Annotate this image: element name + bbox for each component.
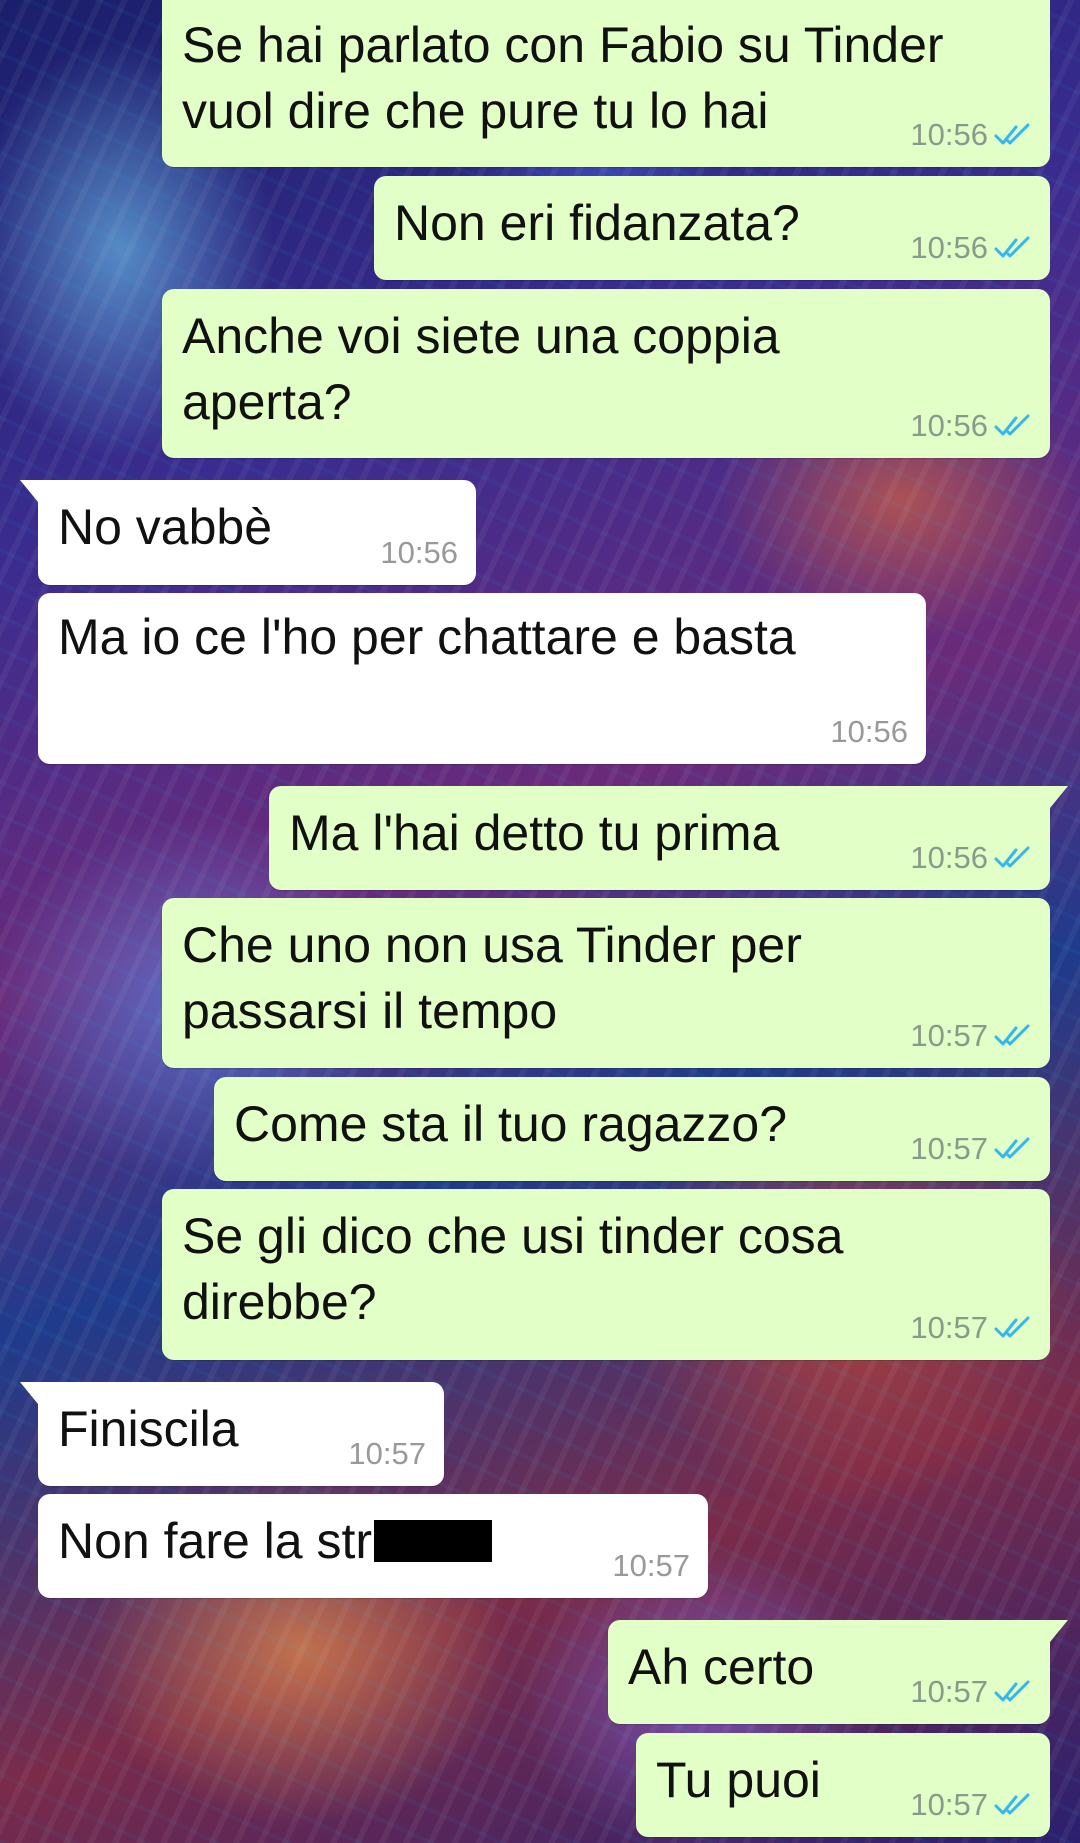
message-text: Anche voi siete una coppia aperta? — [182, 308, 780, 430]
message-text: Finiscila — [58, 1401, 239, 1457]
message-meta: 10:57 — [910, 1672, 1032, 1712]
message-bubble-incoming[interactable]: Ma io ce l'ho per chattare e basta 10:56 — [38, 593, 926, 764]
message-meta: 10:56 — [830, 712, 908, 752]
message-bubble-outgoing[interactable]: Se hai parlato con Fabio su Tinder vuol … — [162, 0, 1050, 167]
double-check-icon — [994, 236, 1030, 258]
message-time: 10:57 — [612, 1548, 690, 1583]
message-text: Ma l'hai detto tu prima — [289, 805, 780, 861]
message-text: Ah certo — [628, 1639, 815, 1695]
message-time: 10:57 — [910, 1131, 988, 1166]
message-meta: 10:57 — [910, 1016, 1032, 1056]
message-text: Se hai parlato con Fabio su Tinder vuol … — [182, 17, 944, 139]
message-time: 10:56 — [910, 230, 988, 265]
message-time: 10:56 — [830, 714, 908, 749]
message-bubble-outgoing[interactable]: Anche voi siete una coppia aperta? 10:56 — [162, 289, 1050, 458]
double-check-icon — [994, 1137, 1030, 1159]
double-check-icon — [994, 846, 1030, 868]
message-meta: 10:57 — [910, 1308, 1032, 1348]
message-text: No vabbè — [58, 499, 273, 555]
message-meta: 10:56 — [910, 838, 1032, 878]
message-text-visible: Non fare la str — [58, 1513, 373, 1569]
message-time: 10:56 — [910, 117, 988, 152]
message-bubble-incoming[interactable]: Non fare la str 10:57 — [38, 1494, 708, 1598]
double-check-icon — [994, 414, 1030, 436]
redaction-bar — [374, 1520, 493, 1562]
message-bubble-incoming[interactable]: No vabbè 10:56 — [20, 480, 476, 585]
message-text: Se gli dico che usi tinder cosa direbbe? — [182, 1208, 844, 1330]
message-time: 10:57 — [910, 1674, 988, 1709]
message-bubble-outgoing[interactable]: Tu puoi 10:57 — [636, 1733, 1050, 1837]
message-text: Tu puoi — [656, 1752, 821, 1808]
message-text: Non eri fidanzata? — [394, 195, 800, 251]
double-check-icon — [994, 1316, 1030, 1338]
bubble-tail — [1050, 1620, 1068, 1642]
message-time: 10:56 — [380, 535, 458, 570]
message-bubble-outgoing[interactable]: Che uno non usa Tinder per passarsi il t… — [162, 898, 1050, 1068]
message-time: 10:57 — [910, 1310, 988, 1345]
message-text: Che uno non usa Tinder per passarsi il t… — [182, 917, 802, 1039]
message-bubble-outgoing[interactable]: Ah certo 10:57 — [608, 1620, 1068, 1724]
message-text: Ma io ce l'ho per chattare e basta — [58, 609, 796, 665]
message-bubble-outgoing[interactable]: Non eri fidanzata? 10:56 — [374, 176, 1050, 280]
message-time: 10:57 — [910, 1018, 988, 1053]
message-time: 10:57 — [910, 1787, 988, 1822]
message-bubble-outgoing[interactable]: Ma l'hai detto tu prima 10:56 — [269, 786, 1068, 890]
message-time: 10:56 — [910, 408, 988, 443]
message-bubble-incoming[interactable]: Finiscila 10:57 — [20, 1382, 444, 1486]
bubble-tail — [20, 1382, 38, 1404]
message-meta: 10:56 — [910, 115, 1032, 155]
message-text: Non fare la str — [58, 1508, 493, 1574]
message-text: Come sta il tuo ragazzo? — [234, 1096, 788, 1152]
message-meta: 10:57 — [348, 1434, 426, 1474]
message-meta: 10:56 — [380, 533, 458, 573]
message-meta: 10:57 — [612, 1546, 690, 1586]
bubble-tail — [20, 480, 38, 502]
bubble-tail — [1050, 786, 1068, 808]
message-meta: 10:57 — [910, 1785, 1032, 1825]
message-time: 10:56 — [910, 840, 988, 875]
message-meta: 10:57 — [910, 1129, 1032, 1169]
message-meta: 10:56 — [910, 228, 1032, 268]
double-check-icon — [994, 1680, 1030, 1702]
double-check-icon — [994, 1793, 1030, 1815]
message-time: 10:57 — [348, 1436, 426, 1471]
message-bubble-outgoing[interactable]: Se gli dico che usi tinder cosa direbbe?… — [162, 1189, 1050, 1360]
message-bubble-outgoing[interactable]: Come sta il tuo ragazzo? 10:57 — [214, 1077, 1050, 1181]
message-meta: 10:56 — [910, 406, 1032, 446]
double-check-icon — [994, 1024, 1030, 1046]
double-check-icon — [994, 123, 1030, 145]
